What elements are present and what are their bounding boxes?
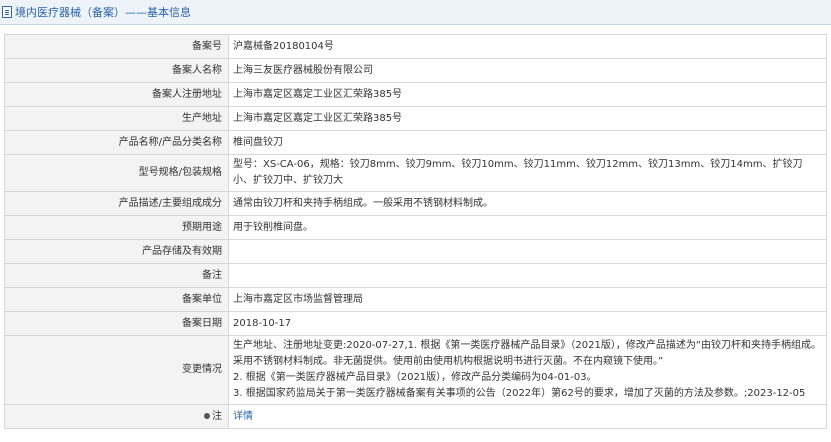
table-row: 型号规格/包装规格 型号：XS-CA-06，规格：铰刀8mm、铰刀9mm、铰刀1… — [4, 154, 827, 192]
field-label: 产品名称/产品分类名称 — [4, 130, 229, 155]
details-link[interactable]: 详情 — [233, 411, 253, 422]
changes-value: 生产地址、注册地址变更:2020-07-27,1. 根据《第一类医疗器械产品目录… — [228, 335, 827, 405]
document-icon — [2, 6, 12, 18]
field-value — [228, 263, 827, 288]
field-label: 变更情况 — [4, 335, 229, 405]
table-row: 备案号 沪嘉械备20180104号 — [4, 34, 827, 59]
page-title: 境内医疗器械（备案）——基本信息 — [15, 6, 191, 19]
table-row: 产品名称/产品分类名称 椎间盘铰刀 — [4, 130, 827, 155]
change-line: 2. 根据《第一类医疗器械产品目录》（2021版），修改产品分类编码为04-01… — [233, 372, 597, 383]
field-label: 备案号 — [4, 34, 229, 59]
change-line: 3. 根据国家药监局关于第一类医疗器械备案有关事项的公告（2022年）第62号的… — [233, 388, 806, 399]
note-label-cell: 注 — [4, 404, 229, 429]
field-value: 通常由铰刀杆和夹持手柄组成。一般采用不锈钢材料制成。 — [228, 191, 827, 216]
table-row: 备案单位 上海市嘉定区市场监督管理局 — [4, 287, 827, 312]
table-row: 备案人名称 上海三友医疗器械股份有限公司 — [4, 58, 827, 83]
record-table: 备案号 沪嘉械备20180104号 备案人名称 上海三友医疗器械股份有限公司 备… — [4, 34, 827, 429]
table-row: 备案人注册地址 上海市嘉定区嘉定工业区汇荣路385号 — [4, 82, 827, 107]
field-label: 备注 — [4, 263, 229, 288]
field-value: 上海三友医疗器械股份有限公司 — [228, 58, 827, 83]
table-row: 产品存储及有效期 — [4, 239, 827, 264]
table-row: 备案日期 2018-10-17 — [4, 311, 827, 336]
field-label: 型号规格/包装规格 — [4, 154, 229, 192]
field-value: 上海市嘉定区嘉定工业区汇荣路385号 — [228, 82, 827, 107]
field-value: 上海市嘉定区嘉定工业区汇荣路385号 — [228, 106, 827, 131]
field-label: 预期用途 — [4, 215, 229, 240]
table-row: 预期用途 用于铰削椎间盘。 — [4, 215, 827, 240]
field-label: 产品描述/主要组成成分 — [4, 191, 229, 216]
note-value: 详情 — [228, 404, 827, 429]
field-label: 产品存储及有效期 — [4, 239, 229, 264]
table-row: 备注 — [4, 263, 827, 288]
field-value: 沪嘉械备20180104号 — [228, 34, 827, 59]
bullet-icon — [204, 412, 210, 419]
field-label: 生产地址 — [4, 106, 229, 131]
table-row-note: 注 详情 — [4, 404, 827, 429]
field-value: 型号：XS-CA-06，规格：铰刀8mm、铰刀9mm、铰刀10mm、铰刀11mm… — [228, 154, 827, 192]
field-value — [228, 239, 827, 264]
table-row: 产品描述/主要组成成分 通常由铰刀杆和夹持手柄组成。一般采用不锈钢材料制成。 — [4, 191, 827, 216]
field-value: 上海市嘉定区市场监督管理局 — [228, 287, 827, 312]
field-label: 注 — [212, 410, 222, 422]
table-row: 生产地址 上海市嘉定区嘉定工业区汇荣路385号 — [4, 106, 827, 131]
page-header: 境内医疗器械（备案）——基本信息 — [0, 0, 831, 25]
field-label: 备案单位 — [4, 287, 229, 312]
field-value: 2018-10-17 — [228, 311, 827, 336]
field-label: 备案人名称 — [4, 58, 229, 83]
table-row-changes: 变更情况 生产地址、注册地址变更:2020-07-27,1. 根据《第一类医疗器… — [4, 335, 827, 405]
field-label: 备案日期 — [4, 311, 229, 336]
field-value: 椎间盘铰刀 — [228, 130, 827, 155]
change-line: 生产地址、注册地址变更:2020-07-27,1. 根据《第一类医疗器械产品目录… — [233, 340, 822, 367]
field-value: 用于铰削椎间盘。 — [228, 215, 827, 240]
field-label: 备案人注册地址 — [4, 82, 229, 107]
